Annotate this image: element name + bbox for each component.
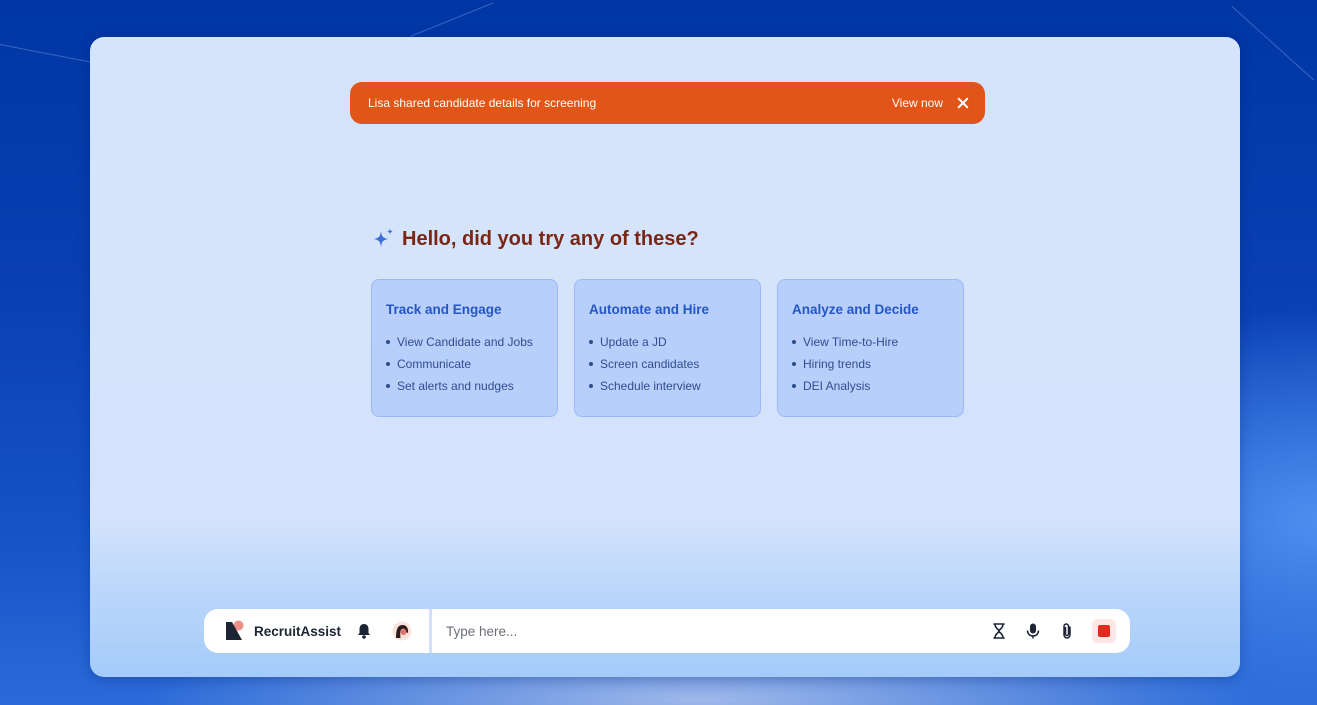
- recruitassist-logo-icon: [226, 620, 244, 640]
- hourglass-icon[interactable]: [990, 622, 1008, 640]
- background-line: [0, 44, 94, 64]
- bullet: [589, 384, 593, 388]
- list-item-label: Set alerts and nudges: [397, 379, 514, 393]
- list-item[interactable]: Screen candidates: [589, 353, 746, 375]
- card-automate-and-hire[interactable]: Automate and Hire Update a JD Screen can…: [574, 279, 761, 417]
- bullet: [386, 384, 390, 388]
- card-title: Track and Engage: [386, 302, 502, 317]
- list-item-label: Hiring trends: [803, 357, 872, 371]
- list-item[interactable]: Schedule interview: [589, 375, 746, 397]
- close-icon[interactable]: [957, 97, 969, 109]
- card-item-list: View Time-to-Hire Hiring trends DEI Anal…: [792, 331, 949, 397]
- stop-icon: [1098, 625, 1110, 637]
- list-item-label: Screen candidates: [600, 357, 700, 371]
- assistant-panel: Lisa shared candidate details for screen…: [90, 37, 1240, 677]
- list-item[interactable]: View Time-to-Hire: [792, 331, 949, 353]
- list-item[interactable]: DEI Analysis: [792, 375, 949, 397]
- brand-name: RecruitAssist: [254, 623, 342, 639]
- notification-message: Lisa shared candidate details for screen…: [368, 96, 597, 110]
- greeting-heading: Hello, did you try any of these?: [402, 227, 699, 250]
- input-tools: [990, 619, 1116, 643]
- card-item-list: Update a JD Screen candidates Schedule i…: [589, 331, 746, 397]
- chat-input[interactable]: [444, 622, 990, 640]
- brand-section: RecruitAssist: [204, 609, 429, 653]
- microphone-icon[interactable]: [1024, 622, 1042, 640]
- list-item[interactable]: View Candidate and Jobs: [386, 331, 543, 353]
- notification-actions: View now: [892, 96, 969, 110]
- list-item[interactable]: Update a JD: [589, 331, 746, 353]
- avatar[interactable]: [392, 621, 412, 641]
- list-item-label: Schedule interview: [600, 379, 701, 393]
- list-item-label: DEI Analysis: [803, 379, 871, 393]
- notification-banner: Lisa shared candidate details for screen…: [350, 82, 985, 124]
- input-section: [432, 609, 1130, 653]
- paperclip-icon[interactable]: [1058, 622, 1076, 640]
- bullet: [792, 340, 796, 344]
- sparkle-icon: [374, 228, 393, 247]
- list-item[interactable]: Communicate: [386, 353, 543, 375]
- card-analyze-and-decide[interactable]: Analyze and Decide View Time-to-Hire Hir…: [777, 279, 964, 417]
- bullet: [589, 340, 593, 344]
- list-item-label: Communicate: [397, 357, 472, 371]
- list-item-label: Update a JD: [600, 335, 667, 349]
- bullet: [386, 340, 390, 344]
- list-item-label: View Candidate and Jobs: [397, 335, 533, 349]
- list-item[interactable]: Set alerts and nudges: [386, 375, 543, 397]
- stop-button[interactable]: [1092, 619, 1116, 643]
- background-line: [1231, 6, 1315, 81]
- list-item-label: View Time-to-Hire: [803, 335, 899, 349]
- list-item[interactable]: Hiring trends: [792, 353, 949, 375]
- bullet: [386, 362, 390, 366]
- background-line: [409, 2, 494, 37]
- card-item-list: View Candidate and Jobs Communicate Set …: [386, 331, 543, 397]
- view-now-link[interactable]: View now: [892, 96, 943, 110]
- bullet: [792, 384, 796, 388]
- bell-icon[interactable]: [355, 622, 373, 640]
- greeting: Hello, did you try any of these?: [372, 227, 699, 251]
- suggestion-cards: Track and Engage View Candidate and Jobs…: [371, 279, 964, 417]
- chat-bar: RecruitAssist: [204, 609, 1130, 653]
- card-title: Automate and Hire: [589, 302, 710, 317]
- card-title: Analyze and Decide: [792, 302, 919, 317]
- card-track-and-engage[interactable]: Track and Engage View Candidate and Jobs…: [371, 279, 558, 417]
- bullet: [589, 362, 593, 366]
- bullet: [792, 362, 796, 366]
